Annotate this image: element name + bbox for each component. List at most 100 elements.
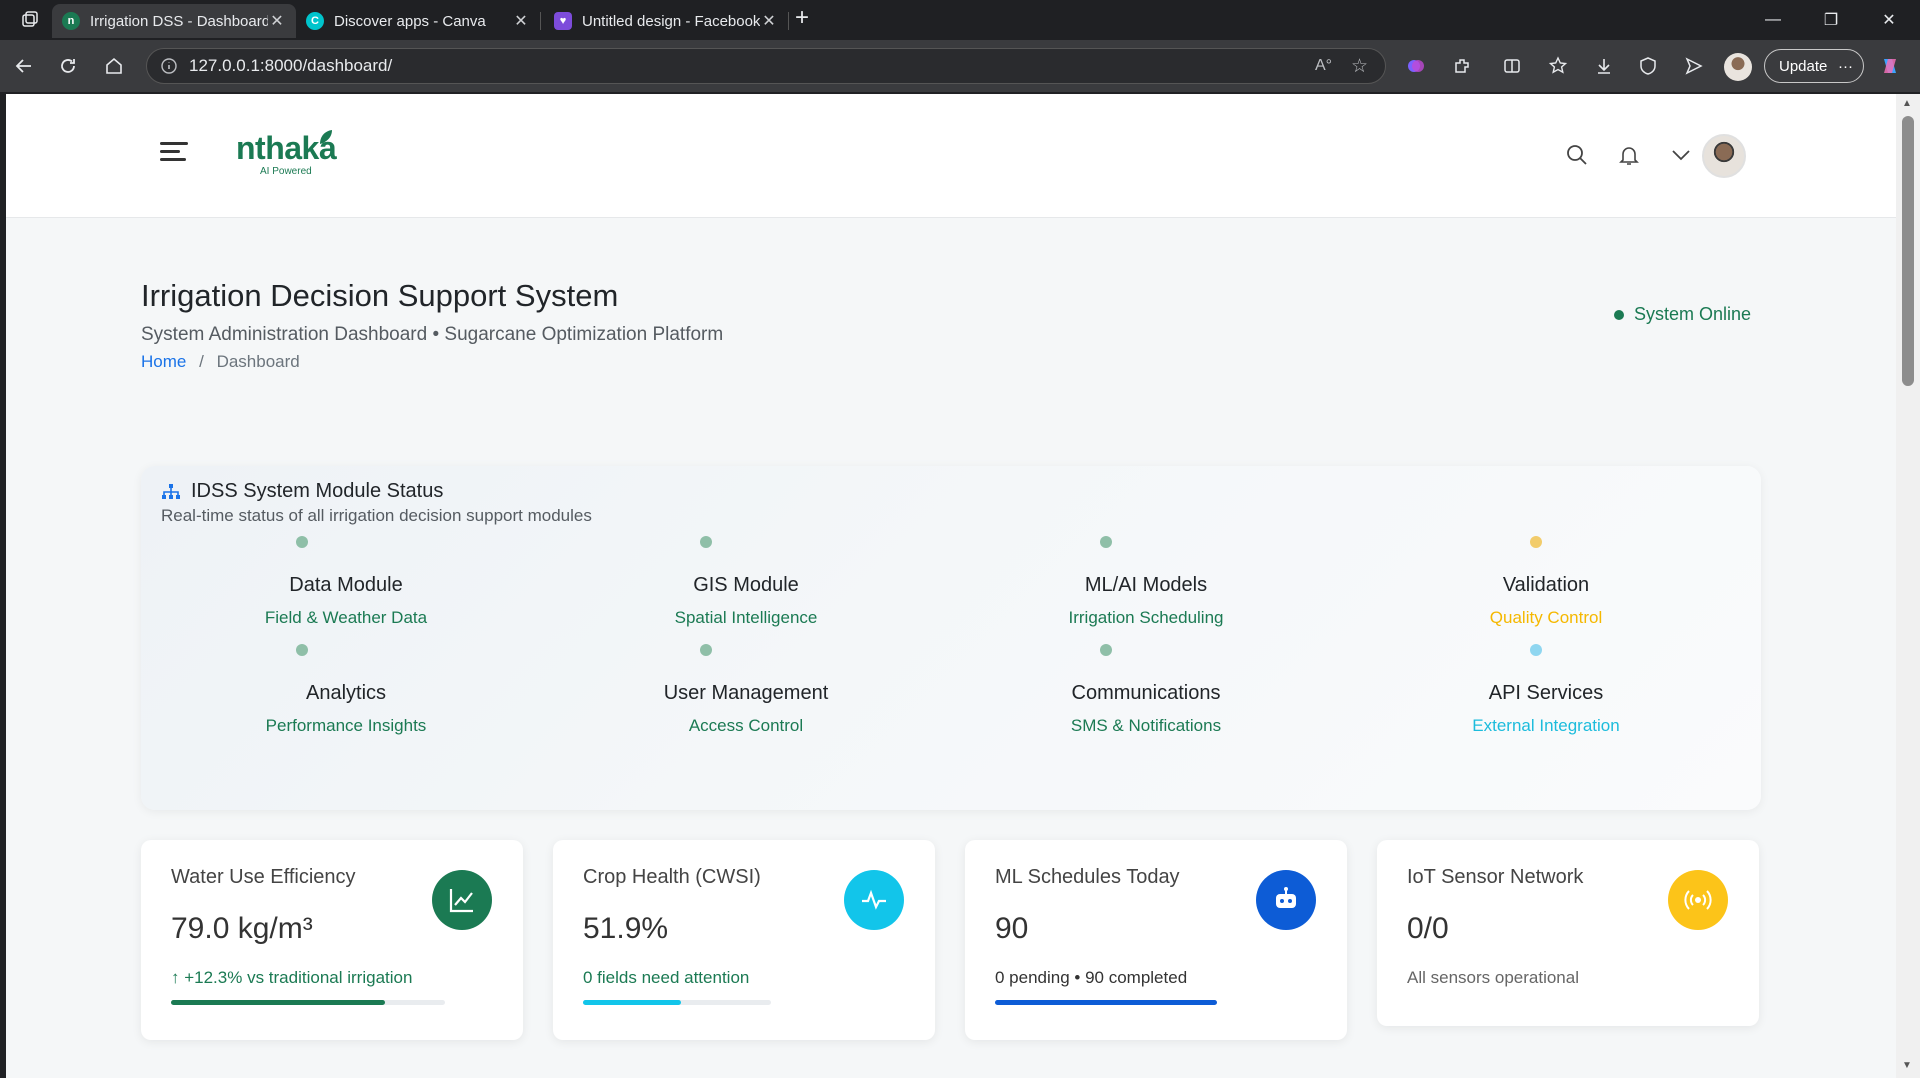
- app-header: nthaka AI Powered: [6, 94, 1896, 218]
- read-aloud-icon[interactable]: A°: [1315, 57, 1332, 75]
- module-description: SMS & Notifications: [1070, 716, 1222, 735]
- broadcast-icon: [1668, 870, 1728, 930]
- chart-line-icon: [432, 870, 492, 930]
- module-description: Spatial Intelligence: [674, 608, 818, 627]
- site-favicon-icon: n: [62, 12, 80, 30]
- page-scrollbar[interactable]: ▲ ▼: [1896, 94, 1920, 1078]
- tab-canva[interactable]: C Discover apps - Canva ✕: [296, 4, 540, 38]
- stat-card[interactable]: ML Schedules Today 90 0 pending • 90 compl…: [965, 840, 1347, 1040]
- module-status-dot-icon: [296, 644, 308, 656]
- module-status-subtitle: Real-time status of all irrigation decis…: [161, 506, 592, 525]
- close-window-icon[interactable]: ✕: [1860, 0, 1918, 40]
- heart-favicon-icon: ♥: [554, 12, 572, 30]
- address-bar[interactable]: 127.0.0.1:8000/dashboard/ A° ☆: [146, 48, 1386, 84]
- module-name: Data Module: [289, 574, 403, 596]
- module-description: Irrigation Scheduling: [1068, 608, 1224, 627]
- stat-card[interactable]: Crop Health (CWSI) 51.9% 0 fields need att…: [553, 840, 935, 1040]
- stat-card[interactable]: Water Use Efficiency 79.0 kg/m³ ↑ +12.3% v…: [141, 840, 523, 1040]
- module-description: External Integration: [1472, 716, 1620, 735]
- canva-favicon-icon: C: [306, 12, 324, 30]
- module-description: Access Control: [688, 716, 804, 735]
- progress-fill: [583, 1000, 681, 1005]
- breadcrumb: Home / Dashboard: [141, 352, 300, 372]
- chevron-down-icon[interactable]: [1666, 140, 1696, 170]
- module-status-dot-icon: [700, 536, 712, 548]
- robot-icon: [1256, 870, 1316, 930]
- module-name: GIS Module: [693, 574, 799, 596]
- module-name: Validation: [1502, 574, 1590, 596]
- browser-essentials-icon[interactable]: [1632, 50, 1664, 82]
- module-status-dot-icon: [1530, 644, 1542, 656]
- module-name: User Management: [663, 682, 829, 704]
- back-icon[interactable]: [8, 50, 40, 82]
- module-name: ML/AI Models: [1084, 574, 1208, 596]
- module-status-heading: IDSS System Module Status: [161, 480, 443, 503]
- module-status-dot-icon: [1100, 536, 1112, 548]
- stat-value: 51.9%: [583, 912, 669, 945]
- close-tab-icon[interactable]: ✕: [512, 11, 530, 31]
- breadcrumb-home-link[interactable]: Home: [141, 352, 186, 371]
- home-icon[interactable]: [98, 50, 130, 82]
- minimize-icon[interactable]: —: [1744, 0, 1802, 40]
- progress-bar: [995, 1000, 1217, 1005]
- scroll-down-icon[interactable]: ▼: [1902, 1060, 1912, 1071]
- module-status-dot-icon: [1530, 536, 1542, 548]
- stat-footer: 0 fields need attention: [583, 968, 750, 987]
- status-dot-icon: [1614, 309, 1624, 320]
- stat-footer: 0 pending • 90 completed: [995, 968, 1188, 987]
- scrollbar-thumb[interactable]: [1902, 116, 1914, 386]
- update-button[interactable]: Update ···: [1764, 49, 1864, 83]
- site-info-icon[interactable]: [161, 58, 177, 74]
- user-avatar[interactable]: [1702, 134, 1746, 178]
- share-icon[interactable]: [1678, 50, 1710, 82]
- dashboard-page: nthaka AI Powered Irrigation Decision Su…: [6, 94, 1896, 1078]
- stat-value: 79.0 kg/m³: [171, 912, 313, 945]
- module-name: Analytics: [305, 682, 387, 704]
- stat-label: Water Use Efficiency: [171, 866, 356, 888]
- more-menu-icon[interactable]: ···: [1838, 58, 1853, 75]
- copilot-icon[interactable]: [1874, 50, 1906, 82]
- browser-toolbar: 127.0.0.1:8000/dashboard/ A° ☆ Update ··…: [0, 40, 1920, 92]
- sitemap-icon: [162, 483, 180, 499]
- module-description: Performance Insights: [265, 716, 427, 735]
- stat-card[interactable]: IoT Sensor Network 0/0 All sensors operati…: [1377, 840, 1759, 1026]
- stat-value: 90: [995, 912, 1029, 945]
- stat-label: ML Schedules Today: [995, 866, 1180, 888]
- stat-label: IoT Sensor Network: [1407, 866, 1584, 888]
- search-icon[interactable]: [1562, 140, 1592, 170]
- breadcrumb-separator: /: [199, 352, 204, 371]
- bell-icon[interactable]: [1614, 140, 1644, 170]
- logo[interactable]: nthaka AI Powered: [236, 130, 337, 177]
- stat-footer: All sensors operational: [1407, 968, 1579, 987]
- page-subtitle: System Administration Dashboard • Sugarc…: [141, 324, 724, 345]
- menu-toggle-icon[interactable]: [160, 142, 188, 166]
- scroll-up-icon[interactable]: ▲: [1902, 98, 1912, 109]
- tab-irrigation-dss[interactable]: n Irrigation DSS - Dashboard ✕: [52, 4, 296, 38]
- downloads-icon[interactable]: [1588, 50, 1620, 82]
- restore-icon[interactable]: ❐: [1802, 0, 1860, 40]
- module-description: Quality Control: [1489, 608, 1603, 627]
- page-title: Irrigation Decision Support System: [141, 278, 619, 313]
- module-status-dot-icon: [1100, 644, 1112, 656]
- tab-divider: [540, 12, 541, 30]
- tab-facebook-post[interactable]: ♥ Untitled design - Facebook Post ✕: [544, 4, 788, 38]
- copilot-extension-icon[interactable]: [1400, 50, 1432, 82]
- close-tab-icon[interactable]: ✕: [268, 11, 286, 31]
- refresh-icon[interactable]: [52, 50, 84, 82]
- profile-avatar[interactable]: [1724, 53, 1752, 81]
- module-status-card: IDSS System Module Status Real-time stat…: [141, 466, 1761, 810]
- new-tab-icon[interactable]: +: [786, 2, 818, 34]
- favorite-star-icon[interactable]: ☆: [1351, 55, 1368, 78]
- pulse-icon: [844, 870, 904, 930]
- close-tab-icon[interactable]: ✕: [760, 11, 778, 31]
- progress-fill: [171, 1000, 385, 1005]
- url-text: 127.0.0.1:8000/dashboard/: [189, 56, 393, 75]
- stat-footer: ↑ +12.3% vs traditional irrigation: [171, 968, 413, 987]
- extensions-icon[interactable]: [1446, 50, 1478, 82]
- workspaces-icon[interactable]: [14, 4, 46, 36]
- favorites-icon[interactable]: [1542, 50, 1574, 82]
- split-screen-icon[interactable]: [1496, 50, 1528, 82]
- module-status-dot-icon: [296, 536, 308, 548]
- progress-bar: [171, 1000, 445, 1005]
- breadcrumb-current: Dashboard: [216, 352, 300, 371]
